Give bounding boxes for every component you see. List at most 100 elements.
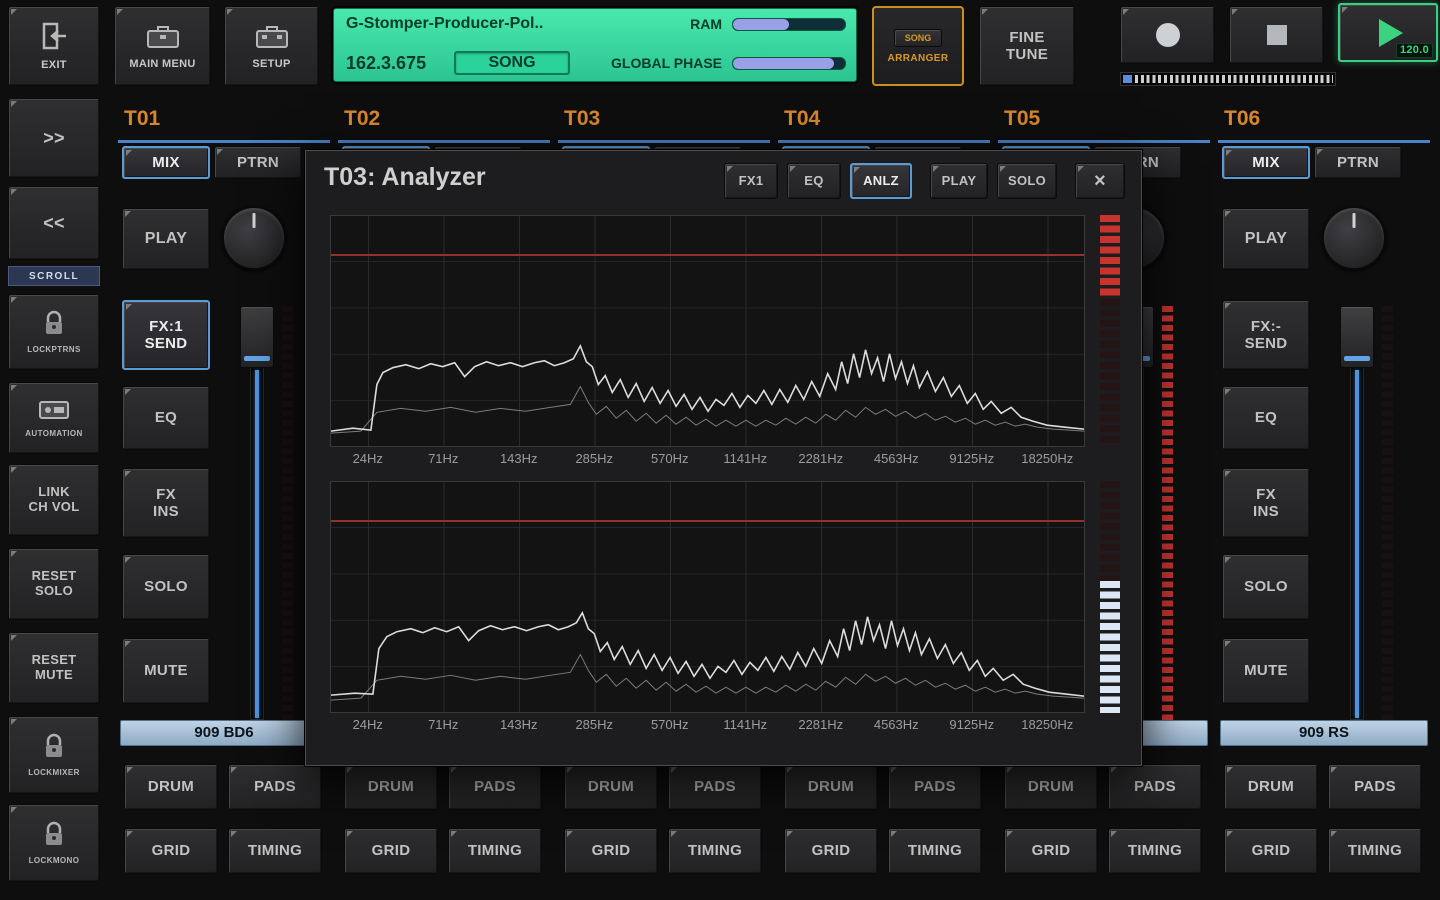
pads-button[interactable]: PADS bbox=[228, 764, 322, 810]
drum-button[interactable]: DRUM bbox=[784, 764, 878, 810]
timing-button[interactable]: TIMING bbox=[1328, 828, 1422, 874]
lcd-project-name: G-Stomper-Producer-Pol.. bbox=[346, 15, 690, 33]
fx-insert-button[interactable]: FX INS bbox=[1222, 468, 1310, 538]
main-menu-label: MAIN MENU bbox=[129, 58, 195, 71]
dialog-solo-button[interactable]: SOLO bbox=[997, 163, 1057, 199]
fine-tune-button[interactable]: FINE TUNE bbox=[979, 6, 1075, 86]
pan-knob[interactable] bbox=[1322, 206, 1386, 270]
pads-button[interactable]: PADS bbox=[448, 764, 542, 810]
reset-solo-button[interactable]: RESET SOLO bbox=[8, 548, 100, 620]
song-position-strip[interactable] bbox=[1120, 72, 1336, 86]
lock-icon bbox=[42, 310, 66, 342]
knob-indicator bbox=[1353, 213, 1356, 228]
lcd-global-phase-label: GLOBAL PHASE bbox=[570, 55, 722, 71]
timing-button[interactable]: TIMING bbox=[1108, 828, 1202, 874]
mute-button[interactable]: MUTE bbox=[1222, 638, 1310, 704]
drum-button[interactable]: DRUM bbox=[564, 764, 658, 810]
pads-button[interactable]: PADS bbox=[1328, 764, 1422, 810]
lock-mixer-button[interactable]: LOCKMIXER bbox=[8, 716, 100, 794]
pads-button[interactable]: PADS bbox=[888, 764, 982, 810]
solo-button[interactable]: SOLO bbox=[1222, 554, 1310, 620]
drum-button[interactable]: DRUM bbox=[1004, 764, 1098, 810]
track-title: T04 bbox=[778, 98, 990, 143]
timing-button[interactable]: TIMING bbox=[228, 828, 322, 874]
eq-button[interactable]: EQ bbox=[122, 386, 210, 450]
pads-button[interactable]: PADS bbox=[1108, 764, 1202, 810]
stop-button[interactable] bbox=[1229, 6, 1324, 64]
level-meter bbox=[1162, 306, 1173, 720]
link-line1: LINK bbox=[38, 485, 70, 500]
timing-button[interactable]: TIMING bbox=[668, 828, 762, 874]
eq-button[interactable]: EQ bbox=[1222, 386, 1310, 450]
fader-level-line bbox=[255, 370, 259, 718]
reset-solo-line1: RESET bbox=[32, 569, 77, 584]
track-play-button[interactable]: PLAY bbox=[122, 208, 210, 270]
fx-send-button[interactable]: FX:- SEND bbox=[1222, 300, 1310, 370]
pattern-tab[interactable]: PTRN bbox=[214, 146, 302, 179]
lock-patterns-button[interactable]: LOCKPTRNS bbox=[8, 294, 100, 370]
meter-red-segments bbox=[1100, 215, 1120, 299]
pan-knob[interactable] bbox=[222, 206, 286, 270]
fader-handle[interactable] bbox=[240, 306, 274, 368]
fader-level-line bbox=[1355, 370, 1359, 718]
pattern-tab[interactable]: PTRN bbox=[1314, 146, 1402, 179]
mix-tab[interactable]: MIX bbox=[1222, 146, 1310, 179]
eq-tab[interactable]: EQ bbox=[787, 163, 841, 199]
volume-fader[interactable] bbox=[238, 306, 276, 720]
track-title: T03 bbox=[558, 98, 770, 143]
song-arranger-button[interactable]: SONG ARRANGER bbox=[872, 6, 964, 86]
mute-button[interactable]: MUTE bbox=[122, 638, 210, 704]
track-name-pad[interactable]: 909 BD6 bbox=[120, 720, 328, 746]
frequency-axis-2: 24Hz71Hz143Hz285Hz570Hz1141Hz2281Hz4563H… bbox=[330, 717, 1085, 741]
scroll-left-button[interactable]: << bbox=[8, 186, 100, 260]
level-meter bbox=[282, 306, 293, 720]
track-column-1: T01 MIX PTRN PLAY FX:1 SEND EQ FX INS SO… bbox=[118, 98, 330, 880]
play-transport-button[interactable]: 120.0 bbox=[1338, 3, 1438, 62]
dialog-play-button[interactable]: PLAY bbox=[930, 163, 988, 199]
grid-button[interactable]: GRID bbox=[564, 828, 658, 874]
close-icon[interactable]: × bbox=[1075, 163, 1125, 199]
analyzer-tab[interactable]: ANLZ bbox=[850, 163, 912, 199]
solo-button[interactable]: SOLO bbox=[122, 554, 210, 620]
volume-fader[interactable] bbox=[1338, 306, 1376, 720]
scroll-label: SCROLL bbox=[8, 266, 100, 286]
track-title: T05 bbox=[998, 98, 1210, 143]
pads-button[interactable]: PADS bbox=[668, 764, 762, 810]
fx-send-button[interactable]: FX:1 SEND bbox=[122, 300, 210, 370]
setup-label: SETUP bbox=[252, 58, 290, 71]
drum-button[interactable]: DRUM bbox=[1224, 764, 1318, 810]
track-name-pad[interactable]: 909 RS bbox=[1220, 720, 1428, 746]
grid-button[interactable]: GRID bbox=[344, 828, 438, 874]
reset-mute-button[interactable]: RESET MUTE bbox=[8, 632, 100, 704]
fader-handle[interactable] bbox=[1340, 306, 1374, 368]
lcd-display: G-Stomper-Producer-Pol.. RAM 162.3.675 S… bbox=[333, 8, 857, 82]
mix-tab[interactable]: MIX bbox=[122, 146, 210, 179]
play-icon bbox=[1379, 19, 1403, 47]
song-chip[interactable]: SONG bbox=[894, 29, 943, 47]
automation-button[interactable]: AUTOMATION bbox=[8, 382, 100, 454]
drum-button[interactable]: DRUM bbox=[344, 764, 438, 810]
scroll-right-button[interactable]: >> bbox=[8, 98, 100, 178]
exit-button[interactable]: EXIT bbox=[8, 6, 100, 86]
fx-insert-button[interactable]: FX INS bbox=[122, 468, 210, 538]
grid-button[interactable]: GRID bbox=[784, 828, 878, 874]
link-channel-volume-button[interactable]: LINK CH VOL bbox=[8, 464, 100, 536]
grid-button[interactable]: GRID bbox=[124, 828, 218, 874]
timing-button[interactable]: TIMING bbox=[888, 828, 982, 874]
setup-button[interactable]: SETUP bbox=[224, 6, 319, 86]
track-play-button[interactable]: PLAY bbox=[1222, 208, 1310, 270]
lcd-mode-chip[interactable]: SONG bbox=[454, 51, 570, 75]
drum-button[interactable]: DRUM bbox=[124, 764, 218, 810]
lock-icon bbox=[42, 733, 66, 765]
fx1-tab[interactable]: FX1 bbox=[724, 163, 778, 199]
tune-label: TUNE bbox=[1006, 46, 1048, 63]
lock-patterns-label: LOCKPTRNS bbox=[27, 345, 80, 354]
timing-button[interactable]: TIMING bbox=[448, 828, 542, 874]
main-menu-button[interactable]: MAIN MENU bbox=[114, 6, 211, 86]
spectrum-panel-2 bbox=[330, 481, 1085, 713]
lock-mono-button[interactable]: LOCKMONO bbox=[8, 804, 100, 882]
record-button[interactable] bbox=[1120, 6, 1215, 64]
meter-unlit-segments bbox=[1100, 299, 1120, 447]
grid-button[interactable]: GRID bbox=[1004, 828, 1098, 874]
grid-button[interactable]: GRID bbox=[1224, 828, 1318, 874]
